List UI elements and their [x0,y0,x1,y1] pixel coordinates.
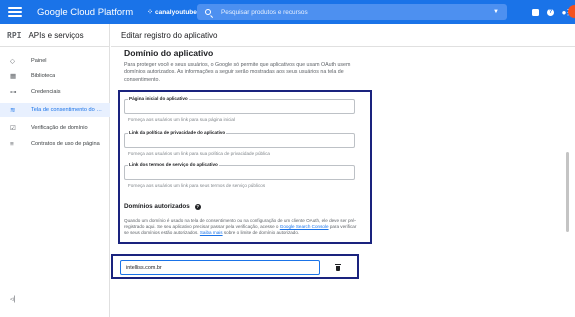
search-placeholder: Pesquisar produtos e recursos [221,8,308,16]
top-app-bar: Google Cloud Platform ⁘ canalyoutube ▼ P… [0,0,575,24]
sidebar: RPI APIs e serviços ◇ Painel ▦ Bibliotec… [0,24,110,317]
sidebar-item-credenciais[interactable]: ⊶ Credenciais [0,85,110,99]
privacy-policy-hint: Forneça aos usuários um link para sua po… [128,151,270,156]
sidebar-item-label: Tela de consentimento do O... [31,107,103,113]
homepage-hint: Forneça aos usuários um link para sua pá… [128,117,235,122]
desc-text: sobre o limite de domínio autorizado. [222,230,300,236]
authorized-domains-title: Domínios autorizados [124,203,190,210]
sidebar-item-label: Verificação de domínio [31,125,88,131]
sidebar-item-page-usage[interactable]: ≡ Contratos de uso de página [0,137,110,151]
dashboard-icon: ◇ [10,58,15,65]
search-input[interactable]: Pesquisar produtos e recursos ▼ [197,4,507,20]
sidebar-header: RPI APIs e serviços [0,24,109,47]
search-expand-icon[interactable]: ▼ [493,9,499,15]
library-icon: ▦ [10,73,17,80]
sidebar-item-label: Credenciais [31,89,61,95]
sidebar-item-consent-screen[interactable]: ≋ Tela de consentimento do O... [0,103,110,117]
app-domain-description: Para proteger você e seus usuários, o Go… [124,62,351,83]
domain-check-icon: ☑ [10,125,16,132]
homepage-field-label: Página inicial do aplicativo [128,96,189,101]
privacy-policy-field[interactable]: Link da política de privacidade do aplic… [124,130,355,148]
key-icon: ⊶ [10,89,17,96]
project-dots-icon: ⁘ [147,9,153,16]
project-name: canalyoutube [154,8,197,16]
collapse-sidebar-icon[interactable]: ◃| [10,295,15,303]
terms-of-service-hint: Forneça aos usuários um link para seus t… [128,183,266,188]
page-header: Editar registro do aplicativo [111,24,575,47]
search-console-link[interactable]: Google Search Console [280,224,329,229]
sidebar-item-domain-verification[interactable]: ☑ Verificação de domínio [0,121,110,135]
authorized-domains-heading: Domínios autorizados ? [124,203,201,210]
app-domain-heading: Domínio do aplicativo [124,48,214,58]
sidebar-title: APIs e serviços [28,30,84,40]
main-content: Domínio do aplicativo Para proteger você… [111,48,564,317]
learn-more-link[interactable]: Saiba mais [200,230,223,235]
settings-list-icon: ≡ [10,140,14,148]
sidebar-item-biblioteca[interactable]: ▦ Biblioteca [0,69,110,83]
brand-title[interactable]: Google Cloud Platform [37,7,133,18]
authorized-domain-input[interactable]: intelliss.com.br [120,260,320,275]
authorized-domains-description: Quando um domínio é usado na tela de con… [124,218,359,237]
sidebar-item-label: Painel [31,58,47,64]
avatar[interactable] [568,5,575,18]
page-title: Editar registro do aplicativo [121,30,218,40]
terms-of-service-field-label: Link dos termos de serviço do aplicativo [128,162,219,167]
sidebar-item-painel[interactable]: ◇ Painel [0,54,110,68]
delete-domain-icon[interactable] [334,264,341,271]
terms-of-service-field[interactable]: Link dos termos de serviço do aplicativo [124,162,355,180]
help-icon[interactable]: ? [547,8,554,16]
homepage-field[interactable]: Página inicial do aplicativo [124,96,355,114]
hamburger-menu-icon[interactable] [8,7,22,17]
privacy-policy-field-label: Link da política de privacidade do aplic… [128,130,227,135]
consent-icon: ≋ [10,107,16,114]
scrollbar-thumb[interactable] [566,152,569,232]
gift-icon[interactable] [532,8,539,16]
sidebar-item-label: Biblioteca [31,73,56,79]
search-icon [205,9,211,15]
help-circle-icon[interactable]: ? [194,203,201,210]
api-logo: RPI [7,30,22,40]
sidebar-item-label: Contratos de uso de página [31,141,100,147]
